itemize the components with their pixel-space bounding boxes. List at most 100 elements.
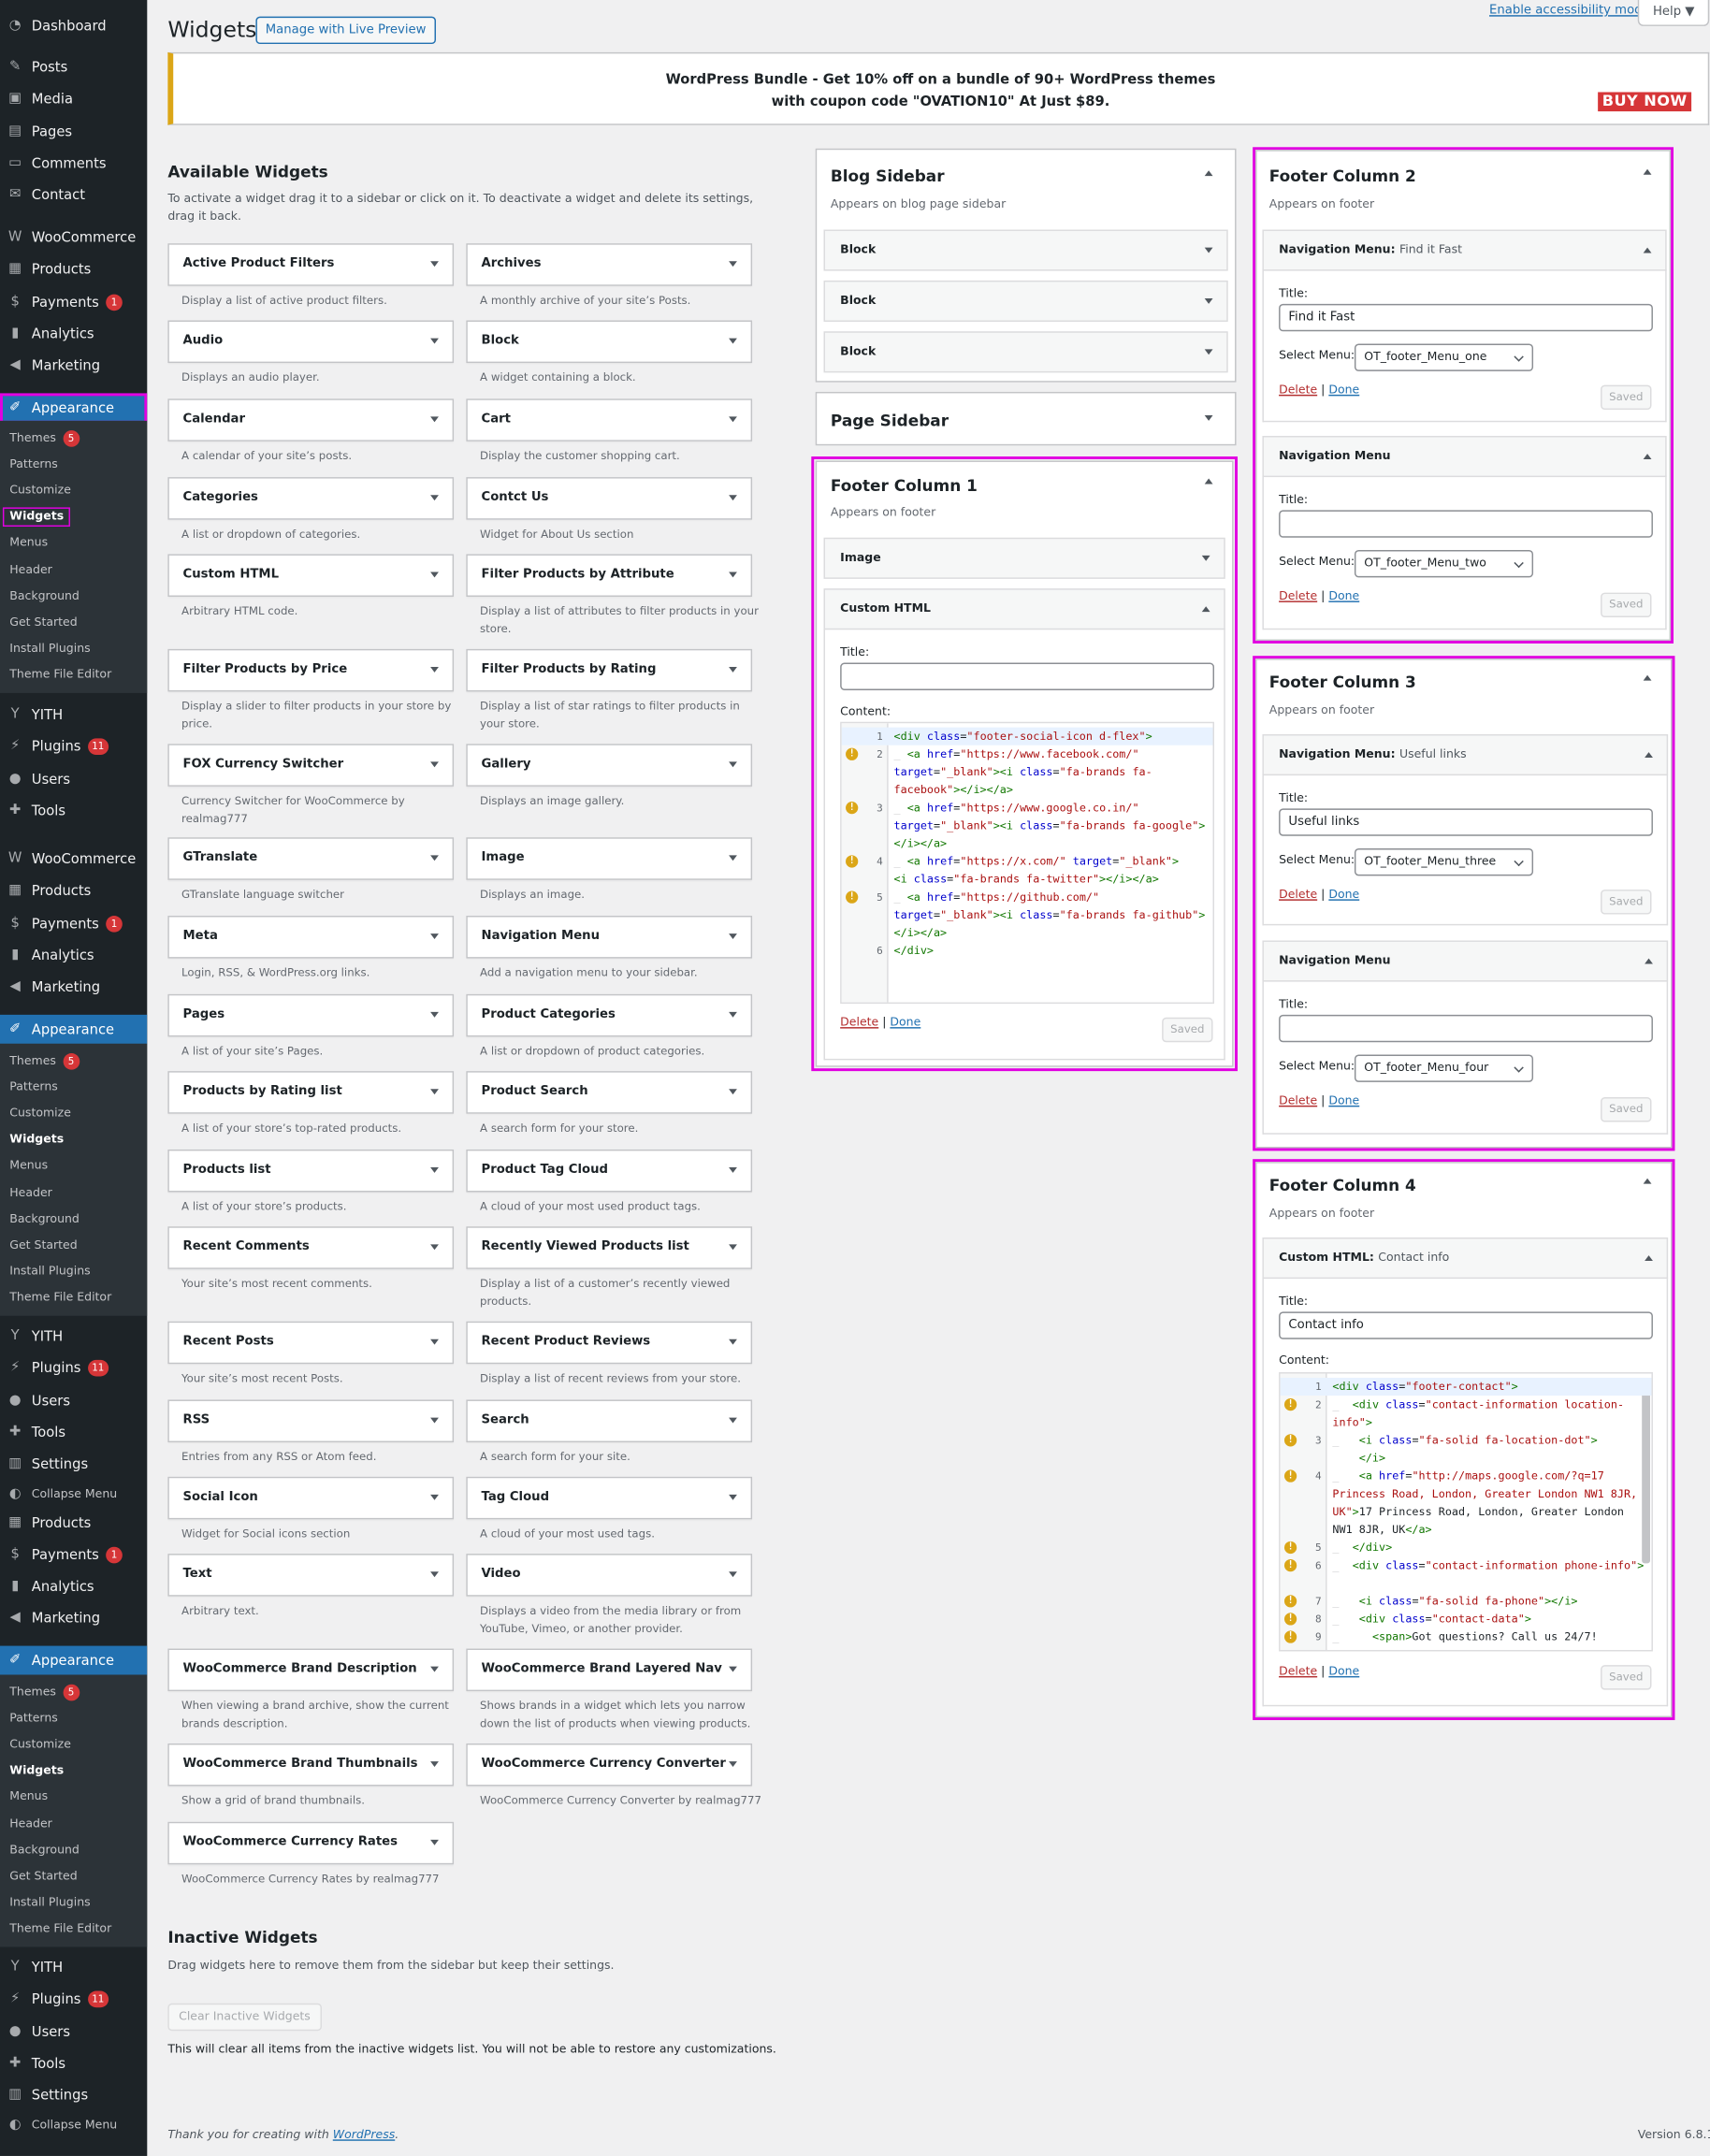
menu-item[interactable]: ▤ Pages [0,117,147,147]
collapse-icon[interactable] [1204,478,1213,485]
submenu-item[interactable]: Widgets [0,504,147,530]
expand-icon[interactable] [729,572,737,578]
submenu-item[interactable]: Background [0,1206,147,1232]
saved-button[interactable]: Saved [1162,1017,1213,1043]
submenu-item[interactable]: Install Plugins [0,1259,147,1285]
widget-custom-html-header[interactable]: Custom HTML [823,588,1225,630]
submenu-item[interactable]: Install Plugins [0,1890,147,1917]
available-widget[interactable]: Filter Products by Rating [466,648,753,692]
submenu-item[interactable]: Menus [0,1785,147,1811]
widget-navigation-menu-header[interactable]: Navigation Menu: Useful links [1262,733,1669,776]
available-widget[interactable]: Cart [466,398,753,441]
available-widget[interactable]: Custom HTML [167,554,455,597]
submenu-item[interactable]: Header [0,1179,147,1206]
submenu-item[interactable]: Customize [0,1731,147,1758]
warning-icon[interactable]: ! [846,802,859,815]
title-input[interactable] [1279,510,1653,538]
collapse-icon[interactable] [1643,454,1652,459]
warning-icon[interactable]: ! [846,890,859,904]
delete-link[interactable]: Delete [1279,1665,1317,1679]
available-widget[interactable]: Block [466,320,753,364]
menu-item[interactable]: ✐ Appearance [0,1014,148,1046]
help-button[interactable]: Help ▼ [1637,0,1710,26]
available-widget[interactable]: RSS [167,1399,455,1443]
menu-item[interactable]: W WooCommerce [0,223,147,253]
expand-icon[interactable] [729,261,737,268]
available-widget[interactable]: Archives [466,243,753,286]
expand-icon[interactable] [729,1666,737,1672]
available-widget[interactable]: GTranslate [167,837,455,880]
title-input[interactable]: Useful links [1279,808,1653,836]
menu-item[interactable]: ⚡ Plugins 11 [0,1353,147,1382]
expand-icon[interactable] [430,1167,439,1173]
collapse-icon[interactable] [1645,752,1653,758]
expand-icon[interactable] [729,855,737,861]
expand-icon[interactable] [430,761,439,768]
menu-item[interactable]: ▥ Settings [0,1449,147,1479]
expand-icon[interactable] [729,1571,737,1578]
menu-item[interactable]: Y YITH [0,1322,147,1352]
wordpress-link[interactable]: WordPress [333,2129,395,2143]
submenu-item[interactable]: Theme File Editor [0,1285,147,1311]
menu-item[interactable]: ✚ Tools [0,2048,147,2078]
menu-item[interactable]: ▮ Analytics [0,940,147,970]
title-input[interactable] [1279,1014,1653,1043]
collapse-icon[interactable] [1645,958,1653,964]
expand-icon[interactable] [430,261,439,268]
expand-icon[interactable] [729,1338,737,1345]
available-widget[interactable]: Recent Comments [167,1226,455,1269]
submenu-item[interactable]: Widgets [0,1127,147,1153]
menu-item[interactable]: ✚ Tools [0,1418,147,1448]
sidebar-widget-block-2[interactable]: Block [823,280,1228,322]
expand-icon[interactable] [729,1011,737,1018]
warning-icon[interactable]: ! [1283,1469,1297,1483]
available-widget[interactable]: WooCommerce Currency Rates [167,1821,455,1865]
available-widget[interactable]: WooCommerce Brand Thumbnails [167,1743,455,1787]
expand-icon[interactable] [729,761,737,768]
done-link[interactable]: Done [1328,1665,1359,1679]
select-menu-dropdown[interactable]: OT_footer_Menu_four [1354,1054,1534,1082]
submenu-item[interactable]: Patterns [0,1705,147,1731]
expand-icon[interactable] [430,666,439,673]
expand-icon[interactable] [430,416,439,423]
menu-item[interactable]: ▭ Comments [0,149,147,179]
delete-link[interactable]: Delete [1279,889,1317,903]
done-link[interactable]: Done [890,1016,920,1030]
done-link[interactable]: Done [1328,1094,1359,1108]
expand-icon[interactable] [430,855,439,861]
delete-link[interactable]: Delete [1279,383,1317,398]
submenu-item[interactable]: Install Plugins [0,636,147,662]
menu-item[interactable]: ✐ Appearance [0,393,148,424]
menu-item[interactable]: ▦ Products [0,875,147,905]
expand-icon[interactable] [729,1167,737,1173]
submenu-item[interactable]: Themes 5 [0,1679,147,1705]
warning-icon[interactable]: ! [1283,1630,1297,1643]
accessibility-mode-link[interactable]: Enable accessibility mode [1489,4,1650,18]
available-widget[interactable]: Product Tag Cloud [466,1149,753,1193]
available-widget[interactable]: WooCommerce Brand Layered Nav [466,1648,753,1692]
submenu-item[interactable]: Header [0,557,147,583]
widget-navigation-menu-header[interactable]: Navigation Menu: Find it Fast [1262,229,1667,271]
expand-icon[interactable] [430,1571,439,1578]
expand-icon[interactable] [729,1761,737,1767]
widget-navigation-menu-header[interactable]: Navigation Menu [1262,435,1667,478]
submenu-item[interactable]: Get Started [0,610,147,636]
menu-item[interactable]: ▮ Analytics [0,319,147,349]
delete-link[interactable]: Delete [840,1016,878,1030]
menu-item[interactable]: ◀ Marketing [0,351,147,381]
expand-icon[interactable] [729,666,737,673]
submenu-item[interactable]: Background [0,584,147,610]
warning-icon[interactable]: ! [846,747,859,760]
expand-icon[interactable] [729,338,737,344]
expand-icon[interactable] [430,572,439,578]
expand-icon[interactable] [430,1666,439,1672]
available-widget[interactable]: FOX Currency Switcher [167,744,455,787]
submenu-item[interactable]: Theme File Editor [0,662,147,688]
expand-icon[interactable] [430,1494,439,1500]
submenu-item[interactable]: Menus [0,530,147,557]
menu-item[interactable]: ✎ Posts [0,52,147,82]
collapse-icon[interactable] [1204,170,1213,177]
available-widget[interactable]: Image [466,837,753,880]
menu-item[interactable]: ● Users [0,1386,147,1416]
submenu-item[interactable]: Customize [0,478,147,504]
